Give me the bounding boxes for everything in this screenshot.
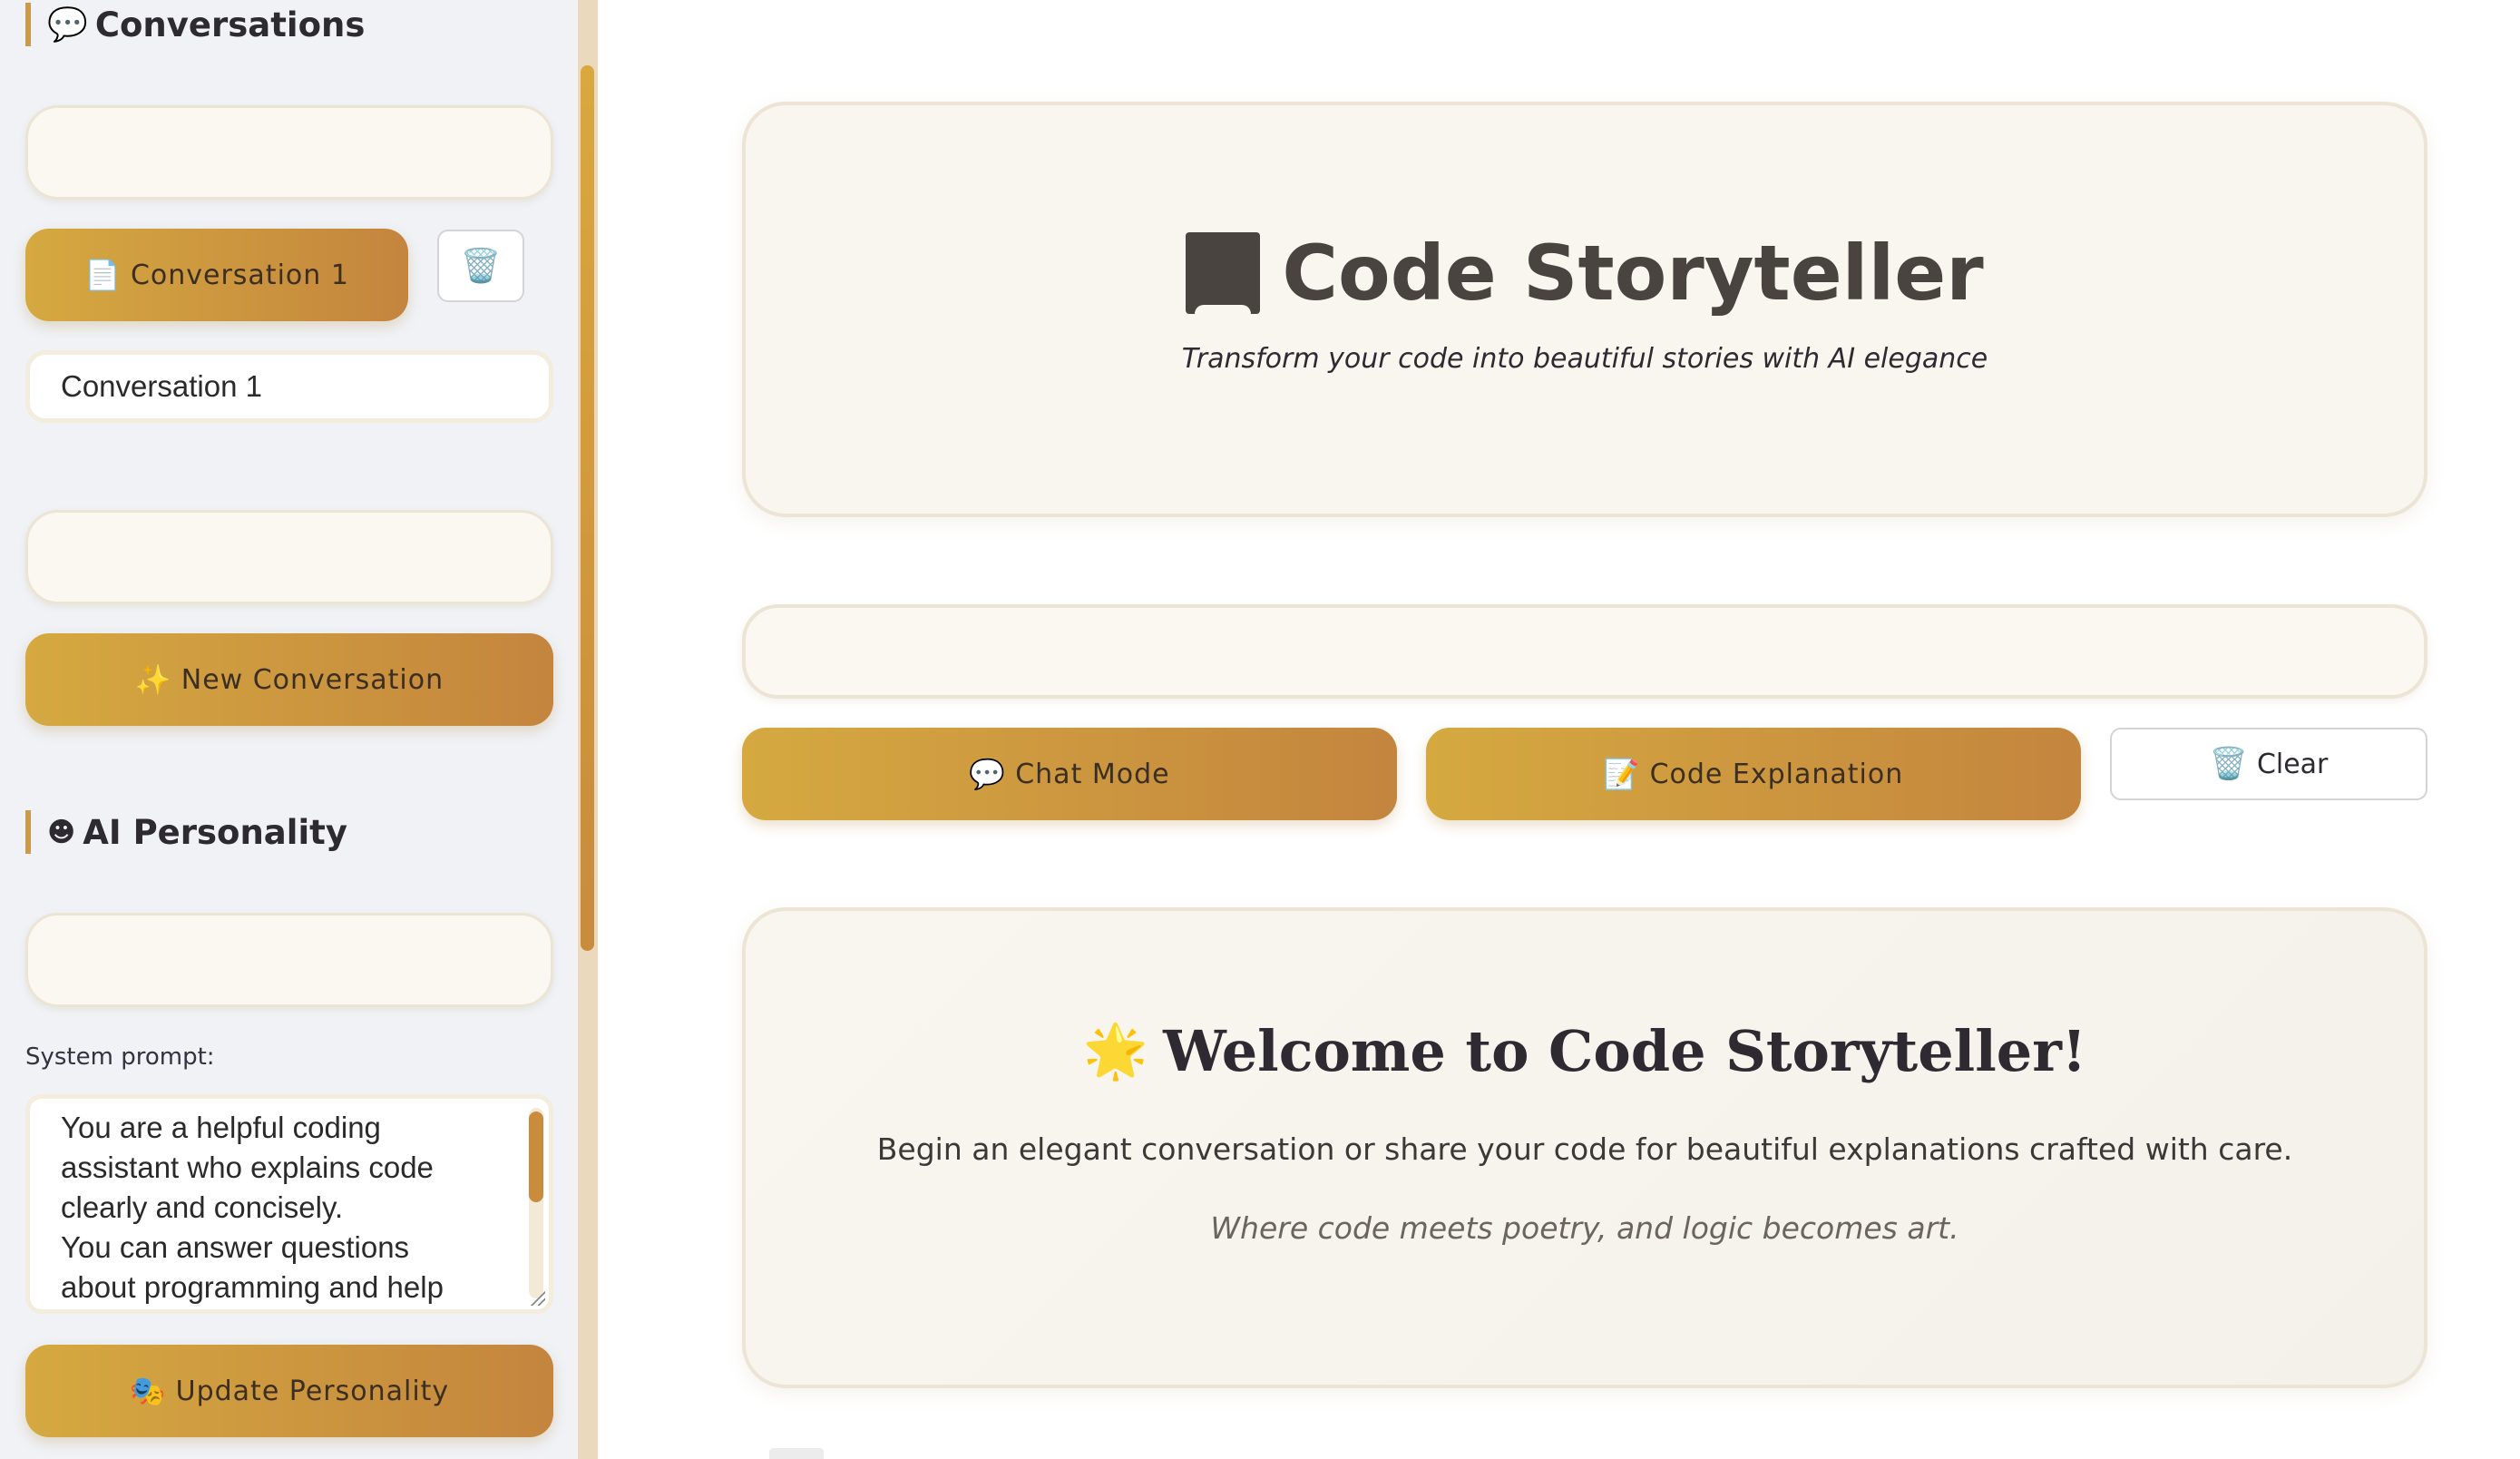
welcome-title-text: Welcome to Code Storyteller! xyxy=(1163,1018,2087,1084)
trash-icon: 🗑️ xyxy=(460,248,502,285)
ai-personality-heading: ☻ AI Personality xyxy=(25,810,347,854)
book-icon xyxy=(1186,232,1261,314)
message-input[interactable] xyxy=(742,604,2427,699)
sparkles-icon: ✨ xyxy=(134,662,172,697)
sidebar-scrollbar[interactable] xyxy=(581,65,594,951)
speech-bubble-icon: 💬 xyxy=(969,757,1007,791)
sidebar: 💬 Conversations 📄 Conversation 1 🗑️ Conv… xyxy=(0,0,578,1459)
code-explanation-button[interactable]: 📝 Code Explanation xyxy=(1426,728,2081,820)
theater-masks-icon: 🎭 xyxy=(129,1374,167,1408)
welcome-title: 🌟 Welcome to Code Storyteller! xyxy=(1083,1018,2086,1084)
speech-bubble-icon: 💬 xyxy=(47,6,88,44)
partial-element xyxy=(769,1448,824,1459)
new-conversation-button[interactable]: ✨ New Conversation xyxy=(25,633,553,726)
clear-label: Clear xyxy=(2256,748,2329,780)
resize-handle-icon[interactable] xyxy=(529,1289,545,1306)
star-icon: 🌟 xyxy=(1082,1020,1149,1082)
chat-mode-label: Chat Mode xyxy=(1015,758,1170,790)
conversation-name-field[interactable]: Conversation 1 xyxy=(25,350,553,423)
conversations-heading-label: Conversations xyxy=(94,5,366,44)
hero-title-text: Code Storyteller xyxy=(1282,229,1984,318)
system-prompt-scroll-thumb[interactable] xyxy=(529,1111,543,1202)
welcome-body: Begin an elegant conversation or share y… xyxy=(876,1131,2293,1167)
hero-card: Code Storyteller Transform your code int… xyxy=(742,102,2427,517)
delete-conversation-button[interactable]: 🗑️ xyxy=(437,230,524,302)
system-prompt-textarea[interactable]: You are a helpful coding assistant who e… xyxy=(25,1094,553,1314)
conversations-heading: 💬 Conversations xyxy=(25,3,365,46)
conversation-1-button[interactable]: 📄 Conversation 1 xyxy=(25,229,408,321)
code-explanation-label: Code Explanation xyxy=(1649,758,1904,790)
system-prompt-text: You are a helpful coding assistant who e… xyxy=(61,1111,444,1304)
hero-subtitle: Transform your code into beautiful stori… xyxy=(1181,343,1988,375)
memo-icon: 📝 xyxy=(1603,757,1641,791)
update-personality-button[interactable]: 🎭 Update Personality xyxy=(25,1345,553,1437)
update-personality-label: Update Personality xyxy=(175,1375,450,1407)
clear-button[interactable]: 🗑️ Clear xyxy=(2110,728,2427,800)
system-prompt-label: System prompt: xyxy=(25,1043,215,1071)
conversation-input[interactable] xyxy=(25,510,553,604)
personality-input[interactable] xyxy=(25,913,553,1007)
hero-title: Code Storyteller xyxy=(1186,229,1984,318)
trash-icon: 🗑️ xyxy=(2209,746,2248,782)
system-prompt-scrollbar[interactable] xyxy=(529,1108,543,1298)
ai-personality-heading-label: AI Personality xyxy=(83,812,347,852)
face-icon: ☻ xyxy=(47,816,76,848)
conversation-search-input[interactable] xyxy=(25,105,553,200)
chat-mode-button[interactable]: 💬 Chat Mode xyxy=(742,728,1397,820)
conversation-1-label: Conversation 1 xyxy=(130,259,349,291)
welcome-card: 🌟 Welcome to Code Storyteller! Begin an … xyxy=(742,907,2427,1388)
welcome-tagline: Where code meets poetry, and logic becom… xyxy=(1210,1210,1959,1246)
new-conversation-label: New Conversation xyxy=(181,663,444,696)
document-icon: 📄 xyxy=(84,258,122,292)
